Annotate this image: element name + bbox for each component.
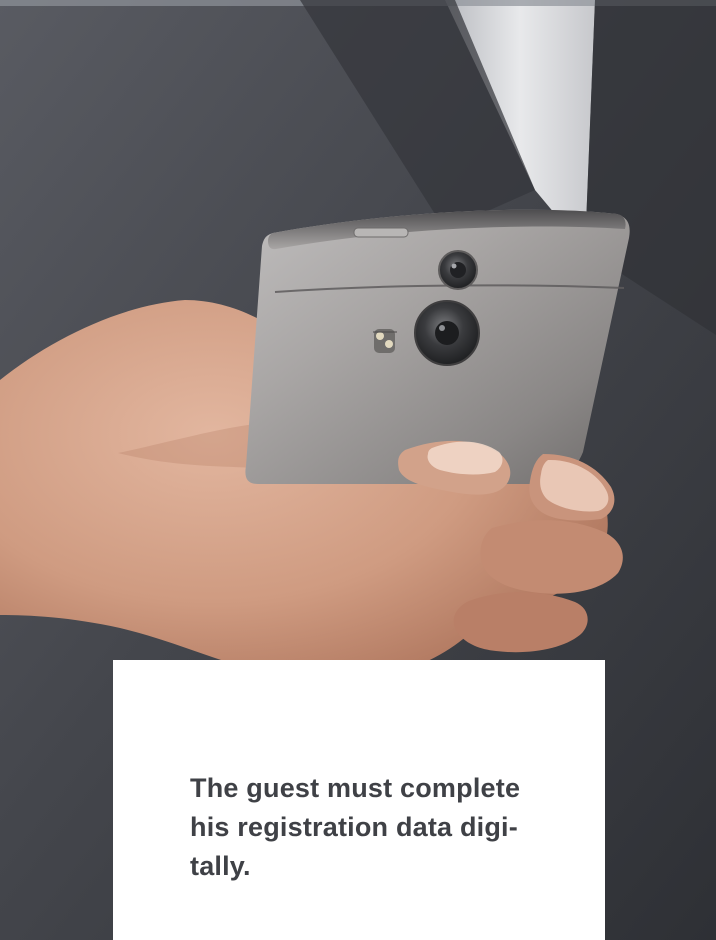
caption-card: The guest must complete his registration… (113, 660, 605, 940)
camera-icon (438, 250, 478, 290)
caption-line-2: his registration data digi- (190, 812, 518, 842)
rear-camera-icon (414, 300, 480, 366)
caption-line-3: tally. (190, 851, 251, 881)
caption-text: The guest must complete his registration… (190, 769, 550, 886)
power-button (353, 227, 409, 238)
caption-line-1: The guest must complete (190, 773, 521, 803)
middle-finger (480, 520, 623, 594)
page: The guest must complete his registration… (0, 0, 716, 940)
speaker-grille-icon (373, 331, 397, 333)
